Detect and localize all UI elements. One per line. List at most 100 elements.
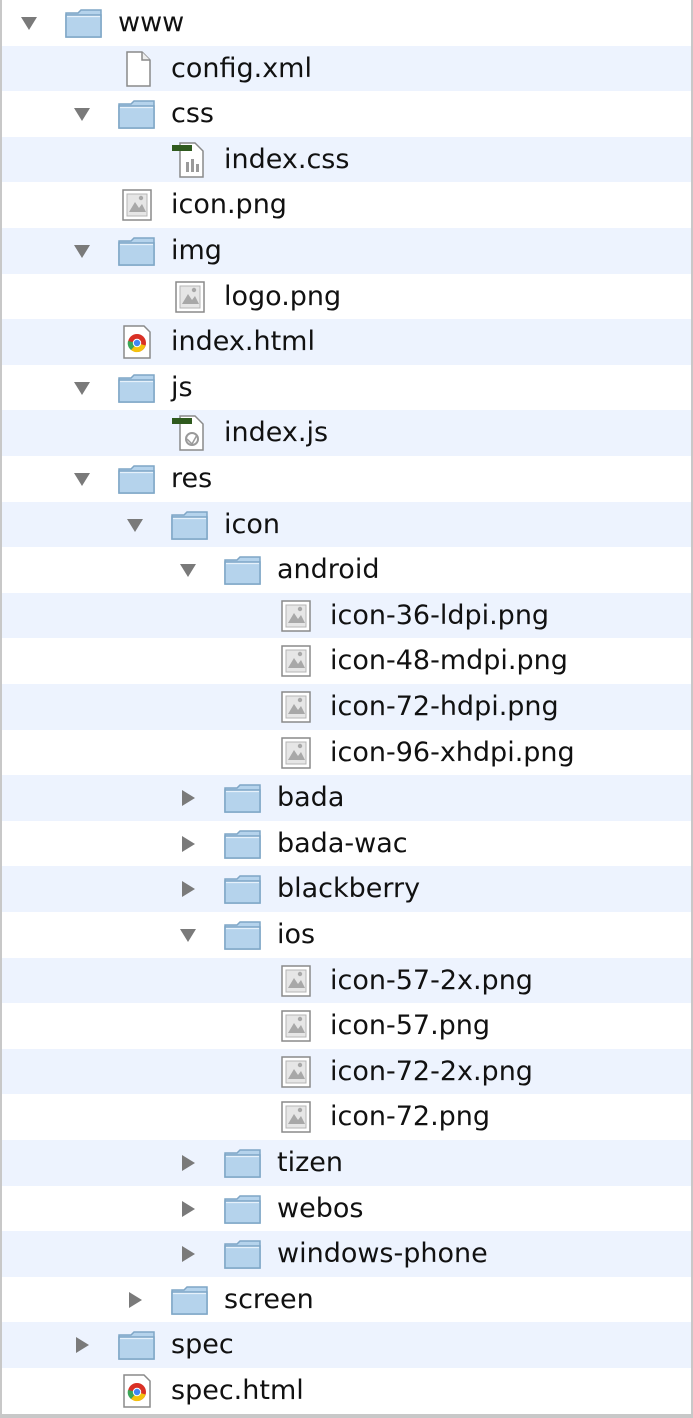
tree-item-label: icon	[224, 508, 280, 540]
file-row[interactable]: icon-72-hdpi.png	[2, 684, 691, 730]
disclosure-triangle-expanded-icon[interactable]	[179, 561, 197, 579]
disclosure-triangle-expanded-icon[interactable]	[73, 105, 91, 123]
tree-item-label: windows-phone	[277, 1238, 488, 1270]
tree-item-label: logo.png	[224, 280, 342, 312]
folder-row[interactable]: blackberry	[2, 866, 691, 912]
tree-item-label: bada	[277, 782, 345, 814]
tree-item-label: img	[171, 235, 222, 266]
tree-item-label: tizen	[277, 1147, 343, 1178]
tree-item-label: index.html	[171, 326, 315, 358]
folder-icon	[117, 233, 157, 269]
tree-item-label: icon-72.png	[330, 1101, 491, 1133]
file-row[interactable]: index.html	[2, 319, 691, 365]
tree-item-label: js	[171, 371, 193, 403]
folder-icon	[117, 370, 157, 406]
image-file-icon	[276, 1008, 316, 1044]
disclosure-triangle-expanded-icon[interactable]	[73, 242, 91, 260]
file-tree: www config.xml css index.css icon.png im…	[0, 0, 693, 1418]
tree-item-label: spec	[171, 1329, 234, 1361]
tree-item-label: icon-57.png	[330, 1010, 491, 1042]
tree-item-label: config.xml	[171, 52, 312, 84]
disclosure-triangle-collapsed-icon[interactable]	[73, 1336, 91, 1354]
tree-item-label: index.js	[224, 417, 329, 449]
file-row[interactable]: config.xml	[2, 45, 691, 92]
file-row[interactable]: icon-48-mdpi.png	[2, 638, 691, 684]
tree-item-label: blackberry	[277, 873, 421, 905]
folder-icon	[117, 96, 157, 132]
folder-row[interactable]: ios	[2, 912, 691, 958]
tree-item-label: spec.html	[171, 1375, 304, 1406]
folder-icon	[223, 552, 263, 588]
folder-row[interactable]: js	[2, 364, 691, 411]
file-row[interactable]: icon-96-xhdpi.png	[2, 729, 691, 776]
disclosure-triangle-collapsed-icon[interactable]	[126, 1291, 144, 1309]
tree-item-label: icon-48-mdpi.png	[330, 645, 568, 677]
css-file-icon	[170, 142, 210, 178]
folder-icon	[223, 1145, 263, 1181]
image-file-icon	[276, 963, 316, 999]
document-icon	[117, 50, 157, 87]
disclosure-triangle-collapsed-icon[interactable]	[179, 789, 197, 807]
folder-row[interactable]: css	[2, 91, 691, 137]
folder-row[interactable]: android	[2, 547, 691, 593]
folder-icon	[223, 871, 263, 907]
disclosure-triangle-collapsed-icon[interactable]	[179, 880, 197, 898]
folder-row[interactable]: www	[2, 0, 691, 46]
folder-icon	[223, 780, 263, 816]
tree-item-label: icon-96-xhdpi.png	[330, 736, 575, 768]
folder-row[interactable]: bada-wac	[2, 820, 691, 867]
disclosure-triangle-collapsed-icon[interactable]	[179, 1154, 197, 1172]
tree-item-label: icon.png	[171, 189, 287, 221]
image-file-icon	[276, 598, 316, 634]
folder-icon	[64, 5, 104, 41]
folder-row[interactable]: img	[2, 228, 691, 274]
folder-row[interactable]: icon	[2, 501, 691, 548]
chrome-html-file-icon	[117, 1373, 157, 1409]
disclosure-triangle-expanded-icon[interactable]	[20, 14, 38, 32]
folder-row[interactable]: spec	[2, 1322, 691, 1368]
folder-row[interactable]: windows-phone	[2, 1231, 691, 1277]
tree-item-label: ios	[277, 919, 316, 950]
file-row[interactable]: logo.png	[2, 273, 691, 320]
image-file-icon	[170, 279, 210, 315]
disclosure-triangle-collapsed-icon[interactable]	[179, 1245, 197, 1263]
disclosure-triangle-collapsed-icon[interactable]	[179, 835, 197, 853]
tree-item-label: screen	[224, 1283, 314, 1315]
disclosure-triangle-expanded-icon[interactable]	[126, 516, 144, 534]
folder-icon	[223, 1191, 263, 1227]
image-file-icon	[276, 689, 316, 725]
file-row[interactable]: icon-72-2x.png	[2, 1048, 691, 1095]
folder-row[interactable]: webos	[2, 1185, 691, 1232]
disclosure-triangle-expanded-icon[interactable]	[73, 470, 91, 488]
disclosure-triangle-expanded-icon[interactable]	[73, 379, 91, 397]
folder-icon	[170, 1282, 210, 1318]
tree-item-label: css	[171, 98, 214, 130]
folder-row[interactable]: bada	[2, 775, 691, 821]
image-file-icon	[276, 1099, 316, 1135]
file-row[interactable]: spec.html	[2, 1368, 691, 1414]
file-row[interactable]: icon-72.png	[2, 1094, 691, 1140]
tree-item-label: icon-57-2x.png	[330, 964, 533, 996]
folder-row[interactable]: screen	[2, 1276, 691, 1323]
folder-icon	[223, 826, 263, 862]
chrome-html-file-icon	[117, 324, 157, 360]
folder-row[interactable]: res	[2, 456, 691, 502]
tree-item-label: icon-36-ldpi.png	[330, 599, 550, 631]
folder-icon	[170, 507, 210, 543]
disclosure-triangle-collapsed-icon[interactable]	[179, 1200, 197, 1218]
file-row[interactable]: index.js	[2, 410, 691, 456]
image-file-icon	[117, 187, 157, 223]
file-row[interactable]: icon.png	[2, 182, 691, 228]
file-row[interactable]: icon-57.png	[2, 1003, 691, 1049]
file-row[interactable]: index.css	[2, 136, 691, 183]
folder-icon	[117, 1327, 157, 1363]
disclosure-triangle-expanded-icon[interactable]	[179, 926, 197, 944]
script-file-icon	[170, 415, 210, 452]
folder-icon	[223, 1236, 263, 1272]
file-row[interactable]: icon-57-2x.png	[2, 957, 691, 1004]
folder-icon	[117, 461, 157, 497]
folder-row[interactable]: tizen	[2, 1140, 691, 1186]
file-row[interactable]: icon-36-ldpi.png	[2, 592, 691, 639]
tree-item-label: icon-72-2x.png	[330, 1055, 533, 1087]
tree-item-label: bada-wac	[277, 827, 408, 859]
